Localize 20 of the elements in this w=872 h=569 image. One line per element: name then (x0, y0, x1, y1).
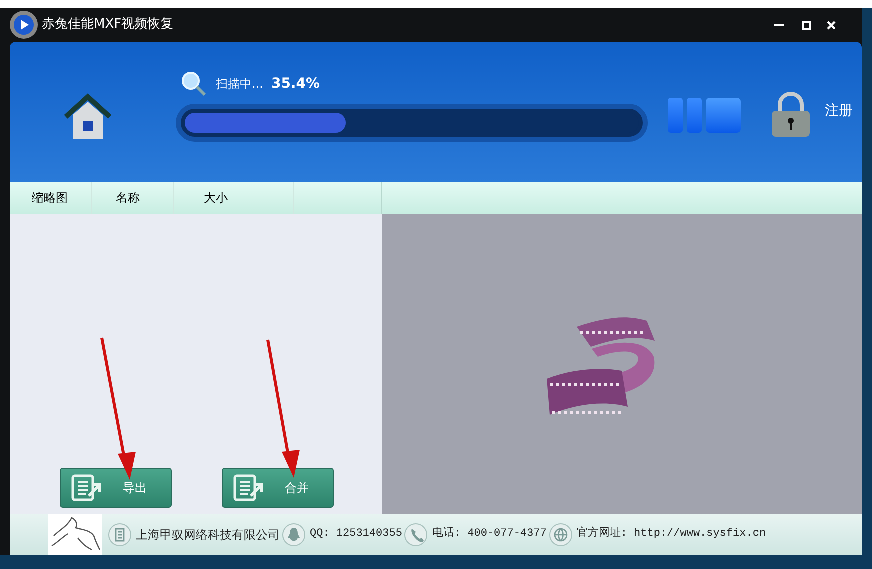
action-button[interactable]: 导出 (60, 468, 172, 508)
search-icon (180, 70, 208, 98)
window-title: 赤兔佳能MXF视频恢复 (42, 16, 174, 34)
horse-logo-icon (48, 514, 102, 555)
scan-percent: 35.4% (271, 74, 320, 94)
play-logo-icon (8, 9, 40, 41)
scan-status: 扫描中... (216, 76, 264, 93)
globe-icon (548, 522, 573, 546)
close-icon[interactable] (827, 20, 836, 30)
footer-info: 官方网址: http://www.sysfix.cn (576, 526, 766, 542)
footer-info: QQ: 1253140355 (310, 527, 402, 542)
action-button[interactable]: 合并 (222, 468, 334, 508)
building-icon (108, 522, 132, 546)
penguin-icon (282, 522, 306, 546)
register-link[interactable]: 注册 (825, 100, 853, 122)
footer-info: 上海甲驭网络科技有限公司 (136, 526, 280, 544)
footer-info: 电话: 400-077-4377 (432, 526, 547, 542)
phone-icon (404, 522, 428, 546)
lock-icon[interactable] (771, 92, 811, 138)
maximize-button[interactable] (802, 20, 811, 30)
